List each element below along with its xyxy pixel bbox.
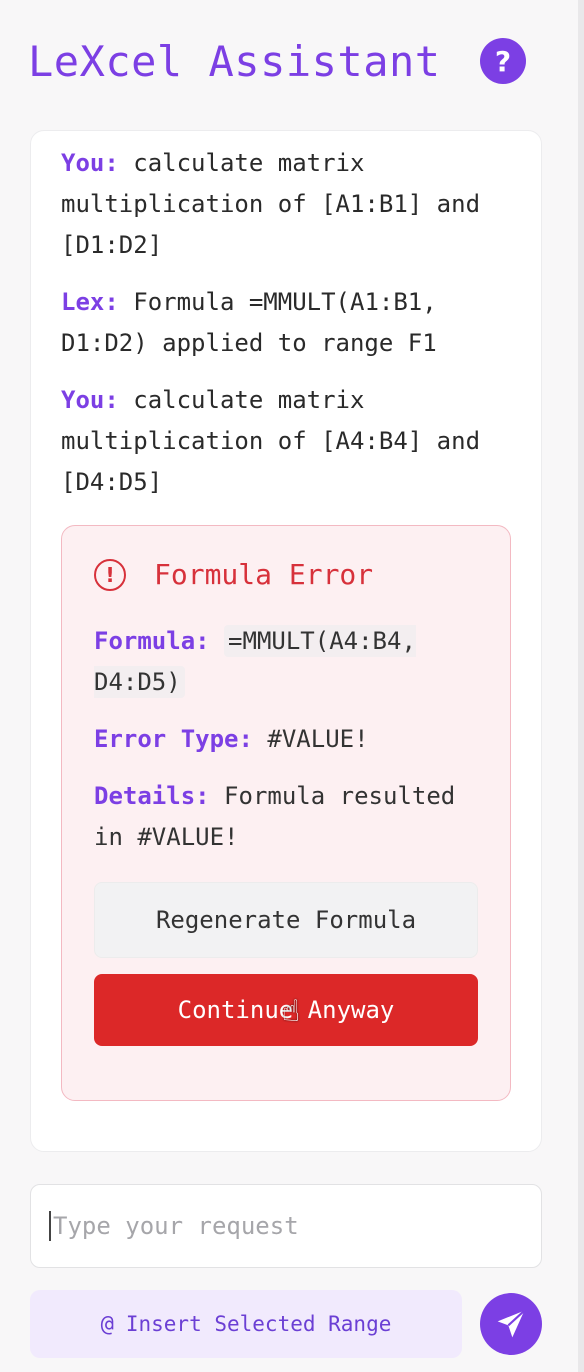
request-input-box[interactable] [30,1184,542,1268]
app-title: LeXcel Assistant [28,36,441,86]
formula-label: Formula: [94,627,210,655]
chat-message: You: calculate matrix multiplication of … [61,143,511,266]
insert-selected-range-label: Insert Selected Range [125,1312,392,1336]
error-header: ! Formula Error [94,558,478,591]
message-text: calculate matrix multiplication of [A4:B… [61,386,481,496]
header: LeXcel Assistant ? [28,30,538,92]
regenerate-formula-button[interactable]: Regenerate Formula [94,882,478,958]
error-type: Error Type: #VALUE! [94,719,478,760]
send-icon [497,1309,526,1338]
help-icon[interactable]: ? [480,38,526,84]
hand-cursor-icon: ☝ [282,994,301,1029]
message-sender: You: [61,386,119,414]
formula-error-card: ! Formula Error Formula: =MMULT(A4:B4, D… [61,525,511,1101]
message-sender: Lex: [61,288,119,316]
message-text: calculate matrix multiplication of [A1:B… [61,149,481,259]
error-details: Details: Formula resulted in #VALUE! [94,776,478,858]
error-formula: Formula: =MMULT(A4:B4, D4:D5) [94,621,478,703]
continue-anyway-button[interactable]: Continue Anyway ☝ [94,974,478,1046]
request-input[interactable] [53,1212,523,1240]
message-sender: You: [61,149,119,177]
error-type-value: #VALUE! [267,725,369,753]
error-title: Formula Error [154,558,374,591]
error-type-label: Error Type: [94,725,253,753]
chat-panel: You: calculate matrix multiplication of … [30,130,542,1152]
insert-selected-range-button[interactable]: @ Insert Selected Range [30,1290,462,1358]
chat-message: You: calculate matrix multiplication of … [61,380,511,503]
send-button[interactable] [480,1293,542,1355]
chat-message: Lex: Formula =MMULT(A1:B1, D1:D2) applie… [61,282,511,364]
details-label: Details: [94,782,210,810]
at-icon: @ [100,1311,114,1337]
text-caret [49,1211,51,1241]
alert-circle-icon: ! [94,558,126,591]
window-edge [578,0,584,1372]
